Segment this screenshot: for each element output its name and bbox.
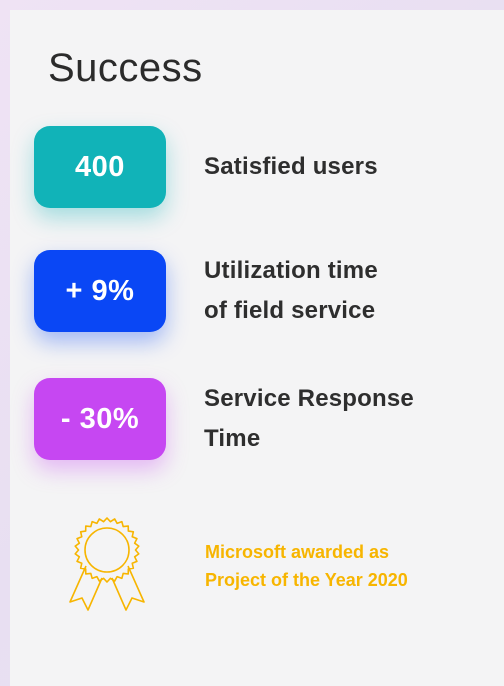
stat-label: Service Response Time: [204, 379, 414, 459]
section-title: Success: [48, 46, 203, 90]
stat-row-response-time: - 30% Service Response Time: [34, 378, 414, 460]
stat-value-badge: + 9%: [34, 250, 166, 332]
stat-label-line: of field service: [204, 297, 376, 324]
stat-label-line: Time: [204, 425, 261, 452]
stat-label-line: Service Response: [204, 385, 414, 412]
stat-value-badge: - 30%: [34, 378, 166, 460]
stat-label-line: Utilization time: [204, 257, 378, 284]
stat-label: Utilization time of field service: [204, 251, 378, 331]
stat-label: Satisfied users: [204, 147, 378, 187]
stat-label-line: Satisfied users: [204, 153, 378, 180]
stat-row-satisfied-users: 400 Satisfied users: [34, 126, 378, 208]
stat-row-utilization: + 9% Utilization time of field service: [34, 250, 378, 332]
stat-value-badge: 400: [34, 126, 166, 208]
award-text-line: Microsoft awarded as: [205, 542, 390, 562]
award-text: Microsoft awarded as Project of the Year…: [205, 538, 408, 594]
success-card: Success 400 Satisfied users + 9% Utiliza…: [10, 10, 504, 686]
award-ribbon-icon: [69, 517, 145, 611]
award-text-line: Project of the Year 2020: [205, 570, 408, 590]
